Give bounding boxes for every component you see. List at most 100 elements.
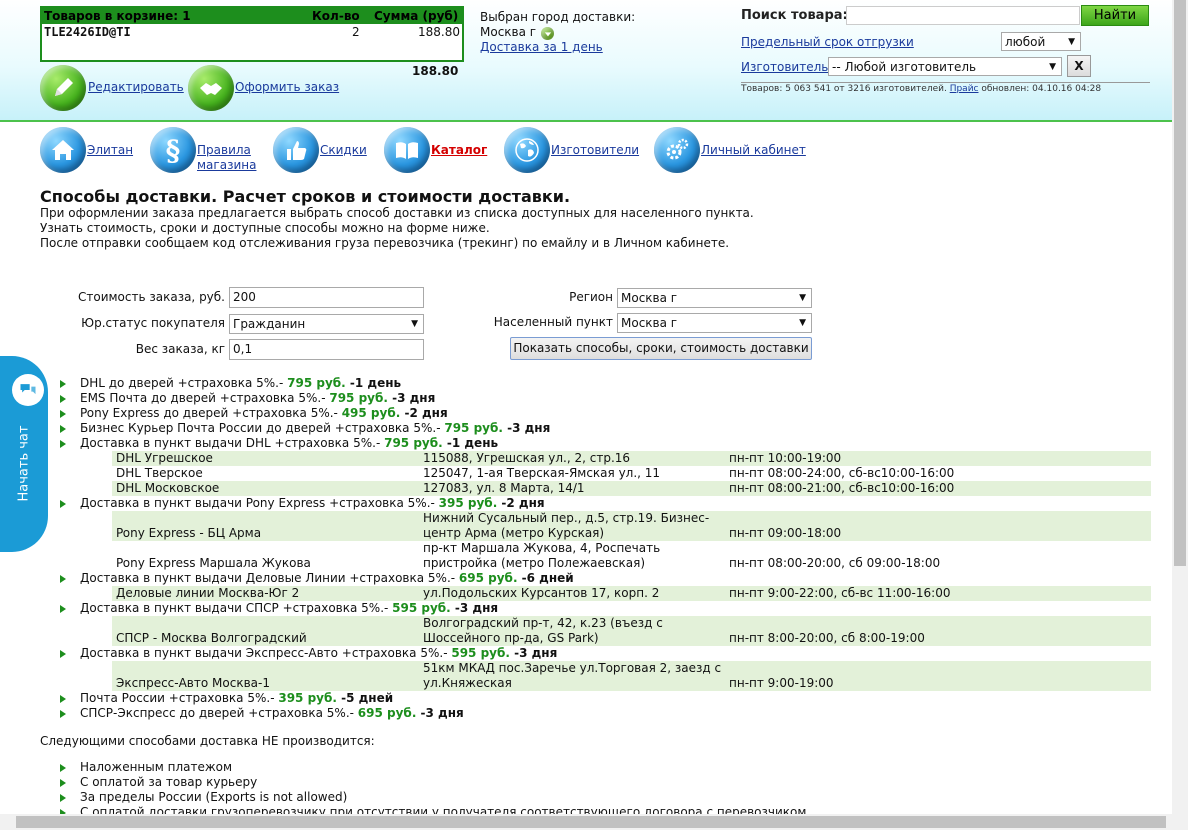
ship-term-select[interactable]: любой ▼ <box>1001 32 1081 51</box>
cart-row: TLE2426ID@TI 2 188.80 <box>42 24 462 40</box>
bullet-icon <box>60 575 66 583</box>
nav-rules-line1: Правила <box>197 143 251 157</box>
edit-cart-link[interactable]: Редактировать <box>88 80 184 94</box>
cart-item-name: TLE2426ID@TI <box>44 25 131 39</box>
search-input[interactable] <box>846 6 1080 25</box>
cart-header: Товаров в корзине: 1 Кол-во Сумма (руб) <box>42 8 462 24</box>
ship-term-link[interactable]: Предельный срок отгрузки <box>741 35 914 49</box>
price-link[interactable]: Прайс <box>950 84 979 94</box>
cart-item-sum: 188.80 <box>418 25 460 39</box>
delivery-city-title: Выбран город доставки: <box>480 10 636 24</box>
nav-item-elitan[interactable]: Элитан <box>87 143 133 158</box>
show-delivery-button[interactable]: Показать способы, сроки, стоимость доста… <box>510 337 812 360</box>
paragraph-icon[interactable]: § <box>150 127 196 173</box>
book-icon[interactable] <box>384 127 430 173</box>
stats-line: Товаров: 5 063 541 от 3216 изготовителей… <box>741 84 1101 94</box>
region-value: Москва г <box>621 291 678 305</box>
pickup-point-row: Экспресс-Авто Москва-1 51км МКАД пос.Заре… <box>112 661 1151 691</box>
delivery-option: Доставка в пункт выдачи Экспресс-Авто +с… <box>80 646 558 660</box>
pickup-point-row: DHL Московское 127083, ул. 8 Марта, 14/1 п… <box>112 481 1151 496</box>
bullet-icon <box>60 440 66 448</box>
delivery-option: Почта России +страховка 5%.- 395 руб. -5… <box>80 691 394 705</box>
cost-input[interactable]: 200 <box>229 287 424 308</box>
thumbs-up-icon[interactable] <box>273 127 319 173</box>
weight-input[interactable]: 0,1 <box>229 339 424 360</box>
status-value: Гражданин <box>233 317 306 331</box>
maker-select[interactable]: -- Любой изготовитель ▼ <box>828 57 1062 76</box>
vertical-scroll-thumb[interactable] <box>1174 0 1186 566</box>
home-icon[interactable] <box>40 127 86 173</box>
bullet-icon <box>60 794 66 802</box>
pickup-point-row: Деловые линии Москва-Юг 2 ул.Подольских К… <box>112 586 1151 601</box>
region-label: Регион <box>569 290 613 304</box>
not-available-item: Наложенным платежом <box>80 760 233 774</box>
nav-rules-line2: магазина <box>197 158 257 172</box>
bullet-icon <box>60 605 66 613</box>
nav-item-catalog[interactable]: Каталог <box>431 143 487 158</box>
horizontal-scroll-thumb[interactable] <box>16 816 1166 828</box>
intro-line-2: Узнать стоимость, сроки и доступные спос… <box>40 221 490 235</box>
delivery-option: DHL до дверей +страховка 5%.- 795 руб. -… <box>80 376 402 390</box>
locality-select[interactable]: Москва г ▼ <box>617 313 812 333</box>
edit-icon[interactable] <box>40 65 86 111</box>
clear-maker-button[interactable]: X <box>1067 55 1091 77</box>
delivery-option: Доставка в пункт выдачи СПСР +страховка … <box>80 601 499 615</box>
bullet-icon <box>60 380 66 388</box>
cart-total: 188.80 <box>412 64 459 78</box>
delivery-one-day-link[interactable]: Доставка за 1 день <box>480 40 603 54</box>
chevron-down-icon: ▼ <box>1049 62 1056 72</box>
not-available-title: Следующими способами доставка НЕ произво… <box>40 734 375 748</box>
bullet-icon <box>60 500 66 508</box>
pickup-point-row: Pony Express Маршала Жукова пр-кт Маршала… <box>112 541 1151 571</box>
vertical-scrollbar[interactable] <box>1172 0 1188 814</box>
nav-item-rules[interactable]: Правила магазина <box>197 143 256 173</box>
chevron-down-icon: ▼ <box>1068 37 1075 47</box>
page: Товаров в корзине: 1 Кол-во Сумма (руб) … <box>0 0 1188 830</box>
search-button[interactable]: Найти <box>1081 5 1149 26</box>
pickup-point-row: СПСР - Москва Волгоградский Волгоградский… <box>112 616 1151 646</box>
intro-line-1: При оформлении заказа предлагается выбра… <box>40 206 754 220</box>
cart-qty-header: Кол-во <box>312 9 360 23</box>
delivery-option: Доставка в пункт выдачи DHL +страховка 5… <box>80 436 499 450</box>
stats-prefix: Товаров: 5 063 541 от 3216 изготовителей… <box>741 84 950 94</box>
horizontal-scrollbar[interactable] <box>0 814 1188 830</box>
globe-icon[interactable] <box>504 127 550 173</box>
nav-item-account[interactable]: Личный кабинет <box>701 143 806 158</box>
bullet-icon <box>60 710 66 718</box>
delivery-option: Бизнес Курьер Почта России до дверей +ст… <box>80 421 551 435</box>
nav-item-discounts[interactable]: Скидки <box>320 143 367 158</box>
handshake-icon[interactable] <box>188 65 234 111</box>
page-title: Способы доставки. Расчет сроков и стоимо… <box>40 187 571 206</box>
weight-label: Вес заказа, кг <box>135 342 225 356</box>
chat-label: Начать чат <box>16 425 32 502</box>
cart-items-count: Товаров в корзине: 1 <box>44 9 191 23</box>
region-select[interactable]: Москва г ▼ <box>617 288 812 308</box>
gears-icon[interactable] <box>654 127 700 173</box>
header: Товаров в корзине: 1 Кол-во Сумма (руб) … <box>0 0 1172 122</box>
locality-label: Населенный пункт <box>493 315 613 329</box>
not-available-item: С оплатой за товар курьеру <box>80 775 258 789</box>
status-label: Юр.статус покупателя <box>81 316 225 330</box>
bullet-icon <box>60 650 66 658</box>
chat-bubble-icon <box>12 374 44 406</box>
bullet-icon <box>60 410 66 418</box>
nav-item-manufacturers[interactable]: Изготовители <box>551 143 639 158</box>
delivery-option: СПСР-Экспресс до дверей +страховка 5%.- … <box>80 706 464 720</box>
delivery-option: Доставка в пункт выдачи Pony Express +ст… <box>80 496 545 510</box>
delivery-city-name: Москва г <box>480 25 537 39</box>
stats-suffix: обновлен: 04.10.16 04:28 <box>978 84 1102 94</box>
checkout-link[interactable]: Оформить заказ <box>235 80 339 94</box>
delivery-option: EMS Почта до дверей +страховка 5%.- 795 … <box>80 391 436 405</box>
bullet-icon <box>60 395 66 403</box>
delivery-option: Pony Express до дверей +страховка 5%.- 4… <box>80 406 448 420</box>
maker-link[interactable]: Изготовитель <box>741 60 828 74</box>
bullet-icon <box>60 425 66 433</box>
status-select[interactable]: Гражданин ▼ <box>229 314 424 334</box>
search-label: Поиск товара: <box>741 8 848 23</box>
chevron-down-icon: ▼ <box>411 319 418 329</box>
city-change-icon[interactable] <box>541 27 554 40</box>
bullet-icon <box>60 779 66 787</box>
cost-label: Стоимость заказа, руб. <box>77 290 225 304</box>
chat-tab[interactable]: Начать чат <box>0 356 48 552</box>
pickup-point-row: DHL Тверское 125047, 1-ая Тверская-Ямская… <box>112 466 1151 481</box>
